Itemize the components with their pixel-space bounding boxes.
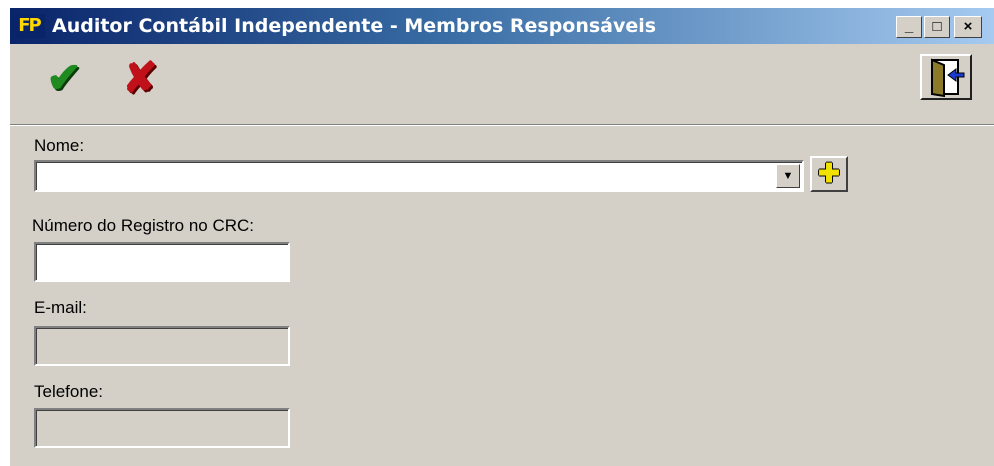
email-input[interactable] <box>34 326 290 366</box>
cancel-button[interactable]: ✘ <box>118 54 162 102</box>
telefone-label: Telefone: <box>34 382 103 401</box>
confirm-button[interactable]: ✔ <box>42 54 86 102</box>
checkmark-icon: ✔ <box>46 54 82 101</box>
nome-dropdown-button[interactable]: ▼ <box>776 164 800 188</box>
close-icon: × <box>963 18 973 35</box>
title-bar[interactable]: FP Auditor Contábil Independente - Membr… <box>10 8 994 44</box>
chevron-down-icon: ▼ <box>782 170 794 182</box>
add-member-button[interactable]: ✚ <box>810 156 848 192</box>
nome-combobox[interactable]: ▼ <box>34 160 804 192</box>
close-button[interactable]: × <box>954 16 982 38</box>
maximize-button[interactable]: □ <box>924 16 950 38</box>
telefone-input[interactable] <box>34 408 290 448</box>
window-title: Auditor Contábil Independente - Membros … <box>52 15 657 37</box>
crc-input[interactable] <box>34 242 290 282</box>
exit-button[interactable] <box>920 54 972 100</box>
crc-label: Número do Registro no CRC: <box>32 216 255 235</box>
maximize-icon: □ <box>932 18 942 35</box>
email-label: E-mail: <box>34 298 87 317</box>
plus-icon: ✚ <box>818 158 840 188</box>
minimize-button[interactable]: _ <box>896 16 922 38</box>
application-window: FP Auditor Contábil Independente - Membr… <box>10 8 994 466</box>
minimize-icon: _ <box>904 18 914 35</box>
exit-door-icon <box>931 58 965 98</box>
toolbar-separator <box>10 124 994 126</box>
x-icon: ✘ <box>122 54 158 101</box>
nome-label: Nome: <box>34 136 85 155</box>
app-logo-icon: FP <box>13 14 45 38</box>
toolbar: ✔ ✘ <box>10 44 994 124</box>
